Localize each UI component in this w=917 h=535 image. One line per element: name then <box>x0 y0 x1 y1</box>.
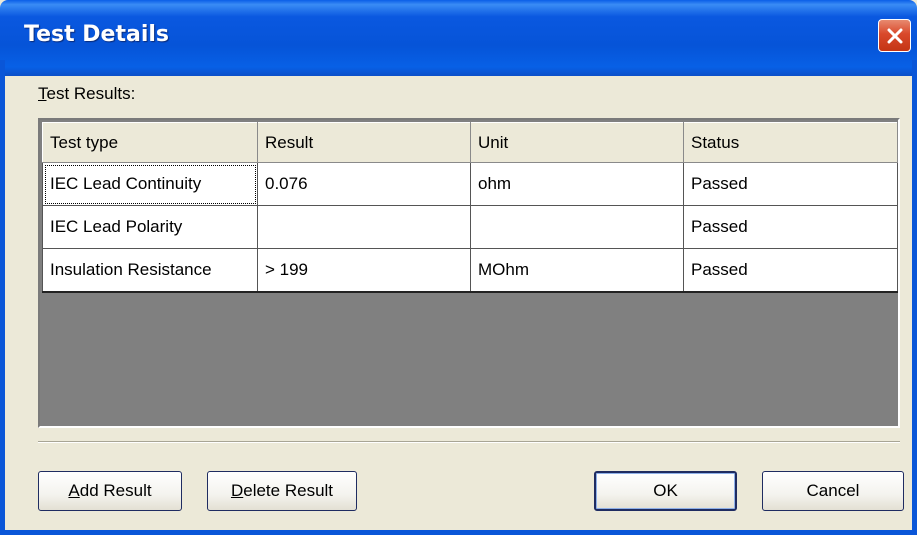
cell-test-type[interactable]: IEC Lead Continuity <box>42 162 258 206</box>
cell-result[interactable]: 0.076 <box>257 162 471 206</box>
column-header-result[interactable]: Result <box>257 122 471 163</box>
cell-test-type[interactable]: IEC Lead Polarity <box>42 205 258 249</box>
window-title: Test Details <box>24 22 169 47</box>
test-details-dialog: Test Details Test Results: Test type Res… <box>0 0 917 535</box>
column-header-unit[interactable]: Unit <box>470 122 684 163</box>
column-header-test-type[interactable]: Test type <box>42 122 258 163</box>
delete-result-button[interactable]: Delete Result <box>207 471 357 511</box>
window-border-bottom <box>0 530 917 535</box>
test-results-label: Test Results: <box>38 84 136 103</box>
test-results-grid[interactable]: Test type Result Unit Status IEC Lead Co… <box>38 118 900 428</box>
table-row[interactable]: Insulation Resistance > 199 MOhm Passed <box>42 248 898 293</box>
add-result-button[interactable]: Add Result <box>38 471 182 511</box>
close-button[interactable] <box>878 19 911 52</box>
cell-status[interactable]: Passed <box>683 162 898 206</box>
window-border-left <box>0 60 5 535</box>
ok-button[interactable]: OK <box>594 471 737 511</box>
header-row: Test type Result Unit Status <box>42 122 898 163</box>
cell-test-type[interactable]: Insulation Resistance <box>42 248 258 293</box>
cell-unit[interactable]: MOhm <box>470 248 684 293</box>
table-row[interactable]: IEC Lead Polarity Passed <box>42 205 898 249</box>
cancel-button[interactable]: Cancel <box>762 471 904 511</box>
cell-status[interactable]: Passed <box>683 248 898 293</box>
window-border-right <box>912 60 917 535</box>
cell-unit[interactable] <box>470 205 684 249</box>
close-icon <box>887 28 902 43</box>
results-table: Test type Result Unit Status IEC Lead Co… <box>42 122 898 293</box>
cell-status[interactable]: Passed <box>683 205 898 249</box>
title-bar[interactable]: Test Details <box>0 0 917 76</box>
cell-result[interactable]: > 199 <box>257 248 471 293</box>
cell-unit[interactable]: ohm <box>470 162 684 206</box>
column-header-status[interactable]: Status <box>683 122 898 163</box>
separator-line <box>38 441 900 443</box>
table-row[interactable]: IEC Lead Continuity 0.076 ohm Passed <box>42 162 898 206</box>
cell-result[interactable] <box>257 205 471 249</box>
